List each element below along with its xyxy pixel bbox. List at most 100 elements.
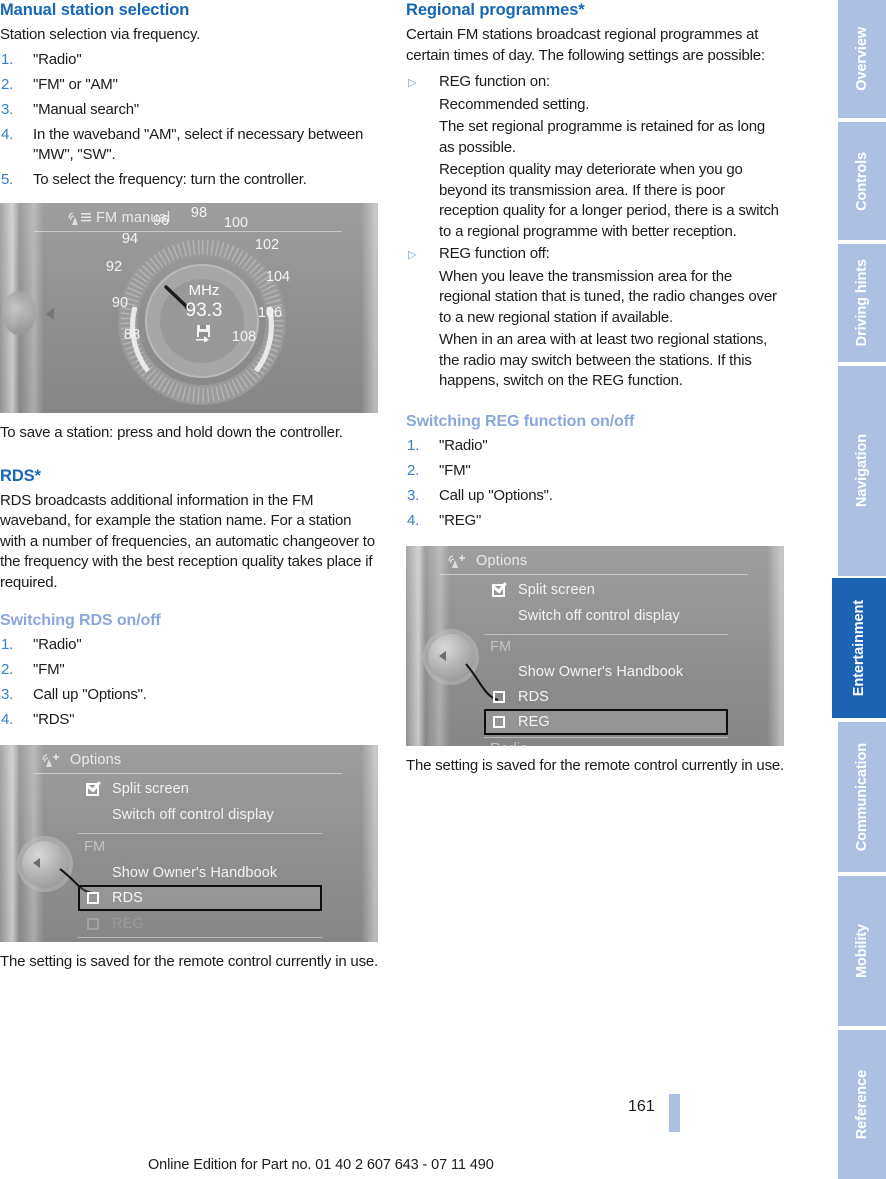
reg-subheading: Switching REG function on/off [406, 412, 635, 430]
checkbox-rds[interactable] [87, 892, 99, 904]
checkbox-split-screen[interactable] [86, 777, 101, 796]
tab-label: Overview [854, 27, 870, 91]
frequency-value: 93.3 [185, 300, 223, 321]
list-text: "REG" [439, 511, 482, 529]
tab-label: Communication [854, 742, 870, 852]
list-number: 1. [407, 436, 420, 454]
dial-tick-label: 90 [111, 295, 129, 311]
left-column: Manual station selection Station selecti… [0, 0, 378, 973]
controller-nub [2, 291, 36, 335]
checkbox-reg[interactable] [493, 715, 505, 728]
reg-bullet-list-2: ▷ REG function off: [406, 244, 784, 265]
radio-signal-plus-icon [42, 754, 59, 767]
menu-group-radio: Radio [490, 741, 528, 746]
checkbox-reg[interactable] [87, 918, 99, 930]
tab-overview[interactable]: Overview [838, 0, 886, 118]
regional-intro: Certain FM stations broadcast regional p… [406, 26, 765, 64]
menu-item-switch-off-display[interactable]: Switch off control display [518, 608, 680, 624]
rds-heading: RDS* [0, 466, 41, 485]
dial-tick-label: 100 [223, 215, 249, 231]
options-caption: The setting is saved for the remote cont… [406, 756, 784, 774]
bullet-paragraph: When you leave the transmission area for… [439, 267, 777, 326]
title-divider [34, 231, 342, 232]
idrive-screenshot-options-rds: Options Split screen Switch off control … [0, 745, 378, 942]
dial-tick-label: 94 [121, 231, 139, 247]
dial-tick-label: 106 [257, 305, 283, 321]
display-bezel-right [732, 545, 784, 746]
reg-bullet-list: ▷ REG function on: [406, 72, 784, 93]
tab-driving-hints[interactable]: Driving hints [838, 244, 886, 362]
list-number: 3. [1, 686, 14, 703]
list-text: "Radio" [33, 50, 82, 68]
tab-communication[interactable]: Communication [838, 722, 886, 872]
menu-item-split-screen[interactable]: Split screen [518, 582, 595, 598]
save-station-icon [196, 325, 210, 343]
dial-tick-label: 88 [123, 327, 141, 343]
idrive-screenshot-fm-manual: FM manual MHz 93.3 88 90 92 94 96 98 100… [0, 203, 378, 413]
tab-label: Driving hints [854, 259, 870, 347]
menu-item-reg[interactable]: REG [112, 916, 144, 932]
dial-caption: To save a station: press and hold down t… [0, 424, 343, 441]
idrive-title: Options [70, 752, 122, 768]
triangle-bullet-icon: ▷ [408, 249, 417, 261]
list-item: 4. "REG" [406, 511, 784, 532]
list-number: 2. [1, 75, 14, 93]
tab-label: Reference [854, 1069, 870, 1140]
menu-item-switch-off-display[interactable]: Switch off control display [112, 807, 274, 823]
check-tick-icon [86, 777, 101, 793]
list-text: "FM" [439, 461, 471, 479]
list-text: Call up "Options". [33, 686, 147, 703]
checkbox-split-screen[interactable] [492, 578, 507, 597]
list-text: Call up "Options". [439, 486, 553, 504]
list-text: "Radio" [33, 636, 82, 653]
bullet-label: REG function off: [439, 245, 550, 262]
list-item: 1. "Radio" [0, 50, 378, 71]
list-number: 5. [1, 171, 14, 188]
footer-note: Online Edition for Part no. 01 40 2 607 … [148, 1157, 494, 1173]
list-text: To select the frequency: turn the contro… [33, 171, 307, 188]
list-text: "RDS" [33, 711, 75, 728]
right-column: Regional programmes* Certain FM stations… [406, 0, 784, 776]
idrive-title: Options [476, 552, 528, 569]
reg-steps: 1. "Radio" 2. "FM" 3. Call up "Options". 4.… [406, 436, 784, 532]
radio-signal-plus-icon [448, 554, 465, 568]
dial-tick-label: 102 [254, 237, 280, 253]
list-item: 1. "Radio" [0, 635, 378, 656]
checkbox-rds[interactable] [493, 690, 505, 703]
menu-divider [484, 736, 728, 738]
tab-controls[interactable]: Controls [838, 122, 886, 240]
tab-reference[interactable]: Reference [838, 1030, 886, 1179]
menu-item-reg[interactable]: REG [518, 714, 550, 730]
frequency-unit: MHz [188, 282, 220, 299]
tab-entertainment[interactable]: Entertainment [832, 578, 886, 718]
menu-item-split-screen[interactable]: Split screen [112, 781, 189, 797]
left-arrow-icon [46, 308, 54, 320]
menu-item-show-handbook[interactable]: Show Owner's Handbook [518, 664, 683, 680]
title-divider [440, 573, 748, 575]
list-number: 3. [407, 486, 420, 504]
section-tabs: Overview Controls Driving hints Navigati… [832, 0, 886, 1179]
left-arrow-icon [439, 650, 446, 661]
rds-steps: 1. "Radio" 2. "FM" 3. Call up "Options". 4.… [0, 635, 378, 731]
list-text: "Radio" [439, 436, 488, 454]
list-item: 2. "FM" [0, 660, 378, 681]
menu-item-rds[interactable]: RDS [112, 890, 143, 906]
dial-tick-label: 104 [265, 269, 291, 285]
list-item: ▷ REG function off: [406, 244, 784, 265]
manual-page: Manual station selection Station selecti… [0, 0, 886, 1179]
rds-subheading: Switching RDS on/off [0, 612, 161, 629]
dial-tick-label: 92 [105, 259, 123, 275]
list-text: "Manual search" [33, 100, 140, 118]
tuning-dial[interactable]: MHz 93.3 88 90 92 94 96 98 100 102 104 1… [104, 205, 300, 413]
list-number: 1. [1, 50, 14, 68]
menu-divider [484, 633, 728, 635]
menu-item-show-handbook[interactable]: Show Owner's Handbook [112, 865, 277, 881]
list-number: 3. [1, 100, 14, 118]
menu-divider [78, 937, 322, 938]
page-number: 161 [628, 1098, 655, 1115]
tab-navigation[interactable]: Navigation [838, 366, 886, 576]
tab-mobility[interactable]: Mobility [838, 876, 886, 1026]
list-item: 3. Call up "Options". [0, 685, 378, 706]
menu-item-rds[interactable]: RDS [518, 689, 549, 705]
list-item: 1. "Radio" [406, 436, 784, 457]
